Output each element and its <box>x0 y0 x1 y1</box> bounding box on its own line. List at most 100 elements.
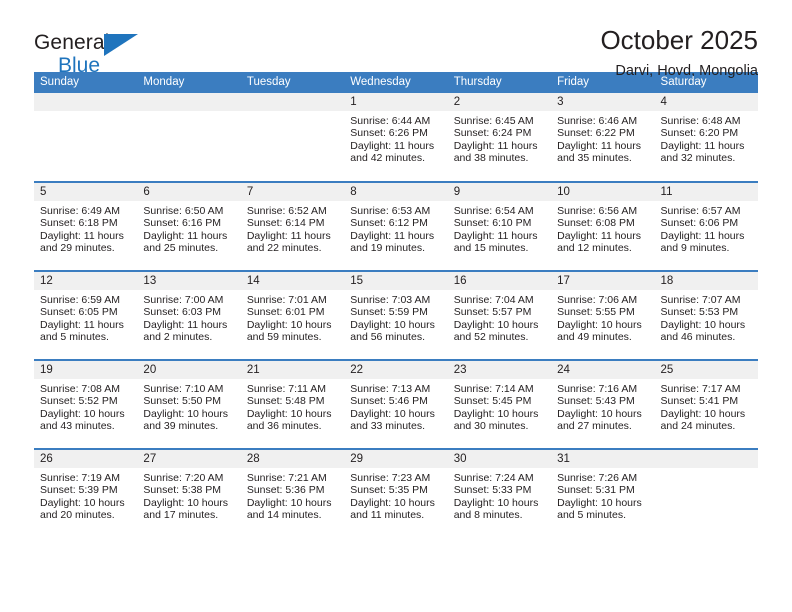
calendar-day: 31 Sunrise: 7:26 AM Sunset: 5:31 PM Dayligh… <box>551 450 655 537</box>
sunset-time: Sunset: 6:14 PM <box>246 217 325 230</box>
sunset-time: Sunset: 6:18 PM <box>40 217 118 230</box>
day-number: 14 <box>240 272 345 290</box>
day-number <box>137 93 241 111</box>
day-number: 19 <box>34 361 138 379</box>
calendar-day-cell[interactable]: 1 Sunrise: 6:44 AM Sunset: 6:26 PM Daylight… <box>344 93 448 183</box>
sunset-time: Sunset: 5:31 PM <box>557 484 635 497</box>
calendar-day-cell[interactable]: 11 Sunrise: 6:57 AM Sunset: 6:06 PM Dayligh… <box>654 182 758 272</box>
calendar-day-cell[interactable]: 18 Sunrise: 7:07 AM Sunset: 5:53 PM Dayligh… <box>654 271 758 361</box>
day-details: Sunrise: 6:53 AM Sunset: 6:12 PM Daylight:… <box>344 201 447 255</box>
day-number: 1 <box>344 93 448 111</box>
calendar-day-cell[interactable]: 30 Sunrise: 7:24 AM Sunset: 5:33 PM Dayligh… <box>447 449 552 538</box>
calendar-day-cell[interactable]: 20 Sunrise: 7:10 AM Sunset: 5:50 PM Dayligh… <box>137 360 241 450</box>
calendar-day: 12 Sunrise: 6:59 AM Sunset: 6:05 PM Dayligh… <box>34 272 138 359</box>
day-number: 3 <box>551 93 655 111</box>
daylight-duration-line2: and 5 minutes. <box>40 331 109 344</box>
calendar-day-cell[interactable]: 2 Sunrise: 6:45 AM Sunset: 6:24 PM Daylight… <box>447 93 552 183</box>
calendar-page: General Blue October 2025 Darvi, Hovd, M… <box>0 0 792 612</box>
calendar-day-cell[interactable]: 26 Sunrise: 7:19 AM Sunset: 5:39 PM Dayligh… <box>34 449 138 538</box>
daylight-duration-line2: and 59 minutes. <box>246 331 322 344</box>
calendar-day-cell[interactable]: 29 Sunrise: 7:23 AM Sunset: 5:35 PM Dayligh… <box>344 449 448 538</box>
daylight-duration-line1: Daylight: 10 hours <box>40 407 125 420</box>
sunset-time: Sunset: 5:33 PM <box>453 484 532 497</box>
weekday-header-tuesday: Tuesday <box>240 72 345 93</box>
calendar-day-cell[interactable]: 24 Sunrise: 7:16 AM Sunset: 5:43 PM Dayligh… <box>551 360 655 450</box>
daylight-duration-line2: and 35 minutes. <box>557 152 632 165</box>
calendar-day-cell[interactable]: 15 Sunrise: 7:03 AM Sunset: 5:59 PM Dayligh… <box>344 271 448 361</box>
day-number: 21 <box>240 361 345 379</box>
calendar-day: 2 Sunrise: 6:45 AM Sunset: 6:24 PM Daylight… <box>447 93 552 180</box>
calendar-week-row: 5 Sunrise: 6:49 AM Sunset: 6:18 PM Daylight… <box>34 182 758 272</box>
calendar-day-cell[interactable]: 14 Sunrise: 7:01 AM Sunset: 6:01 PM Dayligh… <box>240 271 345 361</box>
sunrise-time: Sunrise: 6:45 AM <box>453 115 534 127</box>
calendar-day-cell[interactable]: 8 Sunrise: 6:53 AM Sunset: 6:12 PM Daylight… <box>344 182 448 272</box>
calendar-day: 9 Sunrise: 6:54 AM Sunset: 6:10 PM Daylight… <box>447 183 552 270</box>
day-number: 30 <box>447 450 552 468</box>
calendar-day-cell[interactable]: 16 Sunrise: 7:04 AM Sunset: 5:57 PM Dayligh… <box>447 271 552 361</box>
calendar-day-cell[interactable]: 28 Sunrise: 7:21 AM Sunset: 5:36 PM Dayligh… <box>240 449 345 538</box>
calendar-empty-cell <box>240 93 345 180</box>
calendar-day-cell[interactable]: 25 Sunrise: 7:17 AM Sunset: 5:41 PM Dayligh… <box>654 360 758 450</box>
day-details: Sunrise: 6:48 AM Sunset: 6:20 PM Daylight:… <box>655 111 758 165</box>
day-details: Sunrise: 7:24 AM Sunset: 5:33 PM Daylight:… <box>448 468 551 522</box>
daylight-duration-line2: and 32 minutes. <box>660 152 736 165</box>
calendar-day-cell[interactable]: 13 Sunrise: 7:00 AM Sunset: 6:03 PM Dayligh… <box>137 271 241 361</box>
calendar-day-cell[interactable]: 17 Sunrise: 7:06 AM Sunset: 5:55 PM Dayligh… <box>551 271 655 361</box>
daylight-duration-line2: and 25 minutes. <box>143 242 219 255</box>
calendar-day-cell[interactable]: 27 Sunrise: 7:20 AM Sunset: 5:38 PM Dayligh… <box>137 449 241 538</box>
calendar-day-cell[interactable]: 23 Sunrise: 7:14 AM Sunset: 5:45 PM Dayligh… <box>447 360 552 450</box>
day-number: 13 <box>137 272 241 290</box>
daylight-duration-line2: and 17 minutes. <box>143 509 219 522</box>
calendar-day-cell[interactable]: 9 Sunrise: 6:54 AM Sunset: 6:10 PM Daylight… <box>447 182 552 272</box>
daylight-duration-line1: Daylight: 11 hours <box>453 139 538 152</box>
calendar-day: 23 Sunrise: 7:14 AM Sunset: 5:45 PM Dayligh… <box>447 361 552 448</box>
general-blue-logo[interactable]: General Blue <box>34 26 150 84</box>
sunrise-time: Sunrise: 7:23 AM <box>350 472 431 484</box>
sunset-time: Sunset: 5:41 PM <box>660 395 739 408</box>
sunrise-time: Sunrise: 6:56 AM <box>557 205 638 217</box>
day-number: 20 <box>137 361 241 379</box>
calendar-day-cell[interactable]: 4 Sunrise: 6:48 AM Sunset: 6:20 PM Daylight… <box>654 93 758 183</box>
day-details: Sunrise: 7:19 AM Sunset: 5:39 PM Daylight:… <box>34 468 137 522</box>
day-number: 12 <box>34 272 138 290</box>
day-details: Sunrise: 6:44 AM Sunset: 6:26 PM Daylight:… <box>344 111 447 165</box>
calendar-day-cell[interactable]: 3 Sunrise: 6:46 AM Sunset: 6:22 PM Daylight… <box>551 93 655 183</box>
calendar-day-cell[interactable]: 7 Sunrise: 6:52 AM Sunset: 6:14 PM Daylight… <box>240 182 345 272</box>
day-details: Sunrise: 6:57 AM Sunset: 6:06 PM Daylight:… <box>655 201 758 255</box>
calendar-body: 1 Sunrise: 6:44 AM Sunset: 6:26 PM Daylight… <box>34 93 758 538</box>
calendar-day: 1 Sunrise: 6:44 AM Sunset: 6:26 PM Daylight… <box>344 93 448 180</box>
calendar-day: 20 Sunrise: 7:10 AM Sunset: 5:50 PM Dayligh… <box>137 361 241 448</box>
sunset-time: Sunset: 6:08 PM <box>557 217 635 230</box>
calendar-day: 16 Sunrise: 7:04 AM Sunset: 5:57 PM Dayligh… <box>447 272 552 359</box>
sunset-time: Sunset: 5:38 PM <box>143 484 222 497</box>
day-number: 9 <box>447 183 552 201</box>
day-number: 28 <box>240 450 345 468</box>
calendar-day-cell[interactable]: 12 Sunrise: 6:59 AM Sunset: 6:05 PM Dayligh… <box>34 271 138 361</box>
calendar-empty-cell <box>34 93 138 180</box>
daylight-duration-line1: Daylight: 11 hours <box>40 229 124 242</box>
day-number: 18 <box>654 272 758 290</box>
daylight-duration-line2: and 5 minutes. <box>557 509 626 522</box>
day-number: 16 <box>447 272 552 290</box>
calendar-day-cell[interactable]: 22 Sunrise: 7:13 AM Sunset: 5:46 PM Dayligh… <box>344 360 448 450</box>
calendar-day: 6 Sunrise: 6:50 AM Sunset: 6:16 PM Daylight… <box>137 183 241 270</box>
day-details: Sunrise: 7:06 AM Sunset: 5:55 PM Daylight:… <box>551 290 654 344</box>
day-number: 10 <box>551 183 655 201</box>
calendar-day: 24 Sunrise: 7:16 AM Sunset: 5:43 PM Dayligh… <box>551 361 655 448</box>
sunrise-time: Sunrise: 7:01 AM <box>246 294 327 306</box>
calendar-day-cell[interactable]: 6 Sunrise: 6:50 AM Sunset: 6:16 PM Daylight… <box>137 182 241 272</box>
daylight-duration-line2: and 49 minutes. <box>557 331 632 344</box>
sunrise-time: Sunrise: 7:19 AM <box>40 472 120 484</box>
calendar-day-cell[interactable]: 19 Sunrise: 7:08 AM Sunset: 5:52 PM Dayligh… <box>34 360 138 450</box>
calendar-day-cell[interactable]: 10 Sunrise: 6:56 AM Sunset: 6:08 PM Dayligh… <box>551 182 655 272</box>
day-details: Sunrise: 7:16 AM Sunset: 5:43 PM Daylight:… <box>551 379 654 433</box>
calendar-day-cell[interactable]: 31 Sunrise: 7:26 AM Sunset: 5:31 PM Dayligh… <box>551 449 655 538</box>
daylight-duration-line1: Daylight: 10 hours <box>660 318 746 331</box>
day-details: Sunrise: 7:13 AM Sunset: 5:46 PM Daylight:… <box>344 379 447 433</box>
daylight-duration-line2: and 19 minutes. <box>350 242 425 255</box>
calendar-day-cell[interactable]: 21 Sunrise: 7:11 AM Sunset: 5:48 PM Dayligh… <box>240 360 345 450</box>
day-number: 27 <box>137 450 241 468</box>
day-details: Sunrise: 7:00 AM Sunset: 6:03 PM Daylight:… <box>137 290 240 344</box>
day-details: Sunrise: 6:45 AM Sunset: 6:24 PM Daylight:… <box>448 111 551 165</box>
calendar-day-cell[interactable]: 5 Sunrise: 6:49 AM Sunset: 6:18 PM Daylight… <box>34 182 138 272</box>
